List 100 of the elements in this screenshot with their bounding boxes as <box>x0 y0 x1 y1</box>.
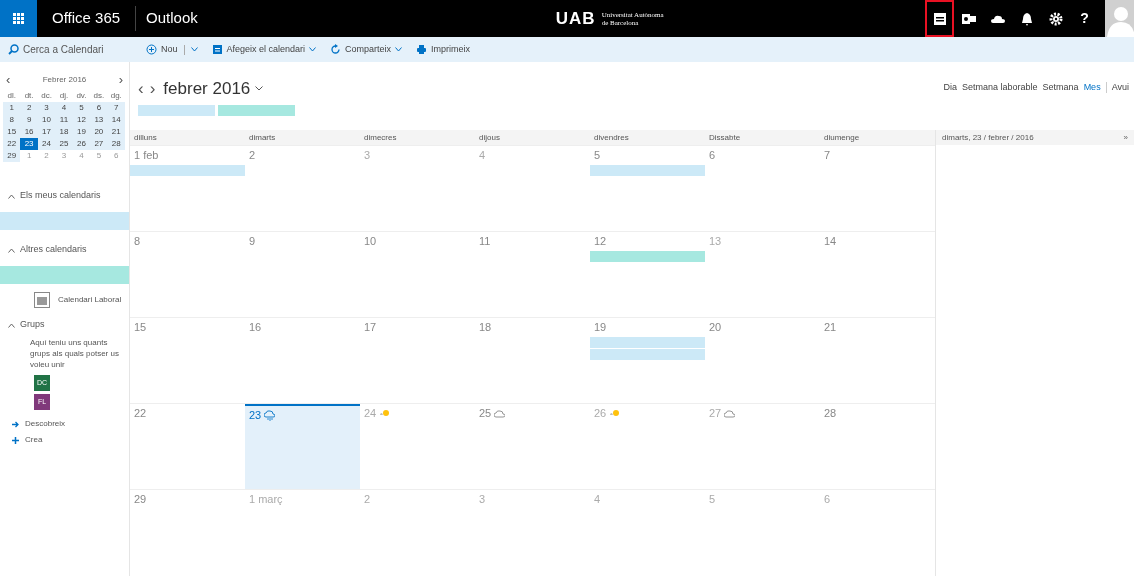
day-number[interactable]: 8 <box>134 232 141 250</box>
previous-button[interactable]: ‹ <box>138 76 144 102</box>
event-bar[interactable] <box>590 349 705 360</box>
calendar-icon <box>211 44 223 55</box>
weekday-header: dimecres <box>363 131 398 144</box>
toolbar-button[interactable]: Afegeix el calendari <box>211 42 317 57</box>
view-tab[interactable]: Mes <box>1083 81 1101 95</box>
sun-icon <box>379 407 391 419</box>
date-cell[interactable]: 16 <box>20 126 38 138</box>
weekday-header: diumenge <box>823 131 861 144</box>
event-bar[interactable] <box>130 165 245 176</box>
weekday-header: dijous <box>478 131 501 144</box>
app-launcher-button[interactable] <box>0 0 37 37</box>
calendar-color-bar[interactable] <box>0 266 129 284</box>
date-cell[interactable]: 18 <box>55 126 73 138</box>
month-title-button[interactable]: febrer 2016 <box>163 76 264 102</box>
day-pane-title: dimarts, 23 / febrer / 2016 <box>942 131 1034 144</box>
expand-button[interactable]: » <box>1123 131 1128 144</box>
date-cell[interactable]: 29 <box>3 150 21 162</box>
printer-icon <box>416 44 428 55</box>
weekday-label: ds. <box>92 89 106 102</box>
cloud-icon <box>494 407 506 419</box>
view-tab[interactable]: Setmana <box>1042 81 1079 95</box>
date-cell[interactable]: 6 <box>90 102 108 114</box>
calendar-icon <box>931 10 948 27</box>
date-cell[interactable]: 9 <box>20 114 38 126</box>
date-cell[interactable]: 13 <box>90 114 108 126</box>
toolbar-button[interactable]: Imprimeix <box>416 42 471 57</box>
day-number[interactable]: 1 feb <box>134 146 159 164</box>
day-number[interactable]: 15 <box>134 318 147 336</box>
date-cell[interactable]: 20 <box>90 126 108 138</box>
date-cell[interactable]: 27 <box>90 138 108 150</box>
grid-icon <box>13 13 24 24</box>
day-number[interactable]: 2 <box>249 146 256 164</box>
view-tab[interactable]: Setmana laborable <box>962 81 1038 95</box>
plus-icon <box>12 436 19 444</box>
event-bar[interactable] <box>590 337 705 348</box>
view-tab[interactable]: Dia <box>943 81 958 95</box>
next-month-button[interactable]: › <box>118 70 123 90</box>
day-number[interactable]: 5 <box>594 146 601 164</box>
event-bar[interactable] <box>590 165 705 176</box>
date-cell[interactable]: 1 <box>3 102 21 114</box>
date-cell[interactable]: 25 <box>55 138 73 150</box>
section-header[interactable]: Els meus calendaris <box>0 186 129 206</box>
day-number[interactable]: 29 <box>134 490 147 508</box>
toolbar-button[interactable]: Nou <box>146 42 198 57</box>
toolbar-button[interactable] <box>925 0 954 37</box>
search-field[interactable]: Cerca a Calendari <box>23 42 123 57</box>
day-number[interactable]: 10 <box>364 232 377 250</box>
day-number[interactable]: 22 <box>134 404 147 422</box>
date-cell[interactable]: 15 <box>3 126 21 138</box>
day-number[interactable]: 6 <box>709 146 716 164</box>
date-cell[interactable]: 23 <box>20 138 38 150</box>
day-number[interactable]: 23 <box>249 406 262 424</box>
avatar-icon[interactable] <box>1105 0 1134 37</box>
day-number[interactable]: 16 <box>249 318 262 336</box>
day-number[interactable]: 19 <box>594 318 607 336</box>
section-header[interactable]: Altres calendaris <box>0 240 129 260</box>
date-cell[interactable]: 2 <box>20 102 38 114</box>
event-bar[interactable] <box>590 251 705 262</box>
day-number[interactable]: 20 <box>709 318 722 336</box>
weekday-header: Dissabte <box>708 131 742 144</box>
sidebar-link[interactable]: Descobreix <box>0 418 129 430</box>
chevron-up-icon <box>8 193 15 199</box>
next-button[interactable]: › <box>149 76 156 102</box>
weekday-label: dg. <box>109 89 123 102</box>
calendar-name[interactable]: Calendari Laboral <box>58 294 122 306</box>
section-header[interactable]: Grups <box>0 315 129 335</box>
calendar-color-bar[interactable] <box>0 212 129 230</box>
day-number[interactable]: 18 <box>479 318 492 336</box>
day-number[interactable]: 14 <box>824 232 837 250</box>
date-cell[interactable]: 11 <box>55 114 73 126</box>
share-icon <box>330 44 342 55</box>
toolbar-button[interactable]: Comparteix <box>330 42 403 57</box>
day-number[interactable]: 11 <box>479 232 491 250</box>
date-cell[interactable]: 8 <box>3 114 21 126</box>
date-cell[interactable]: 4 <box>55 102 73 114</box>
chevron-down-icon <box>255 86 264 92</box>
chevron-down-icon <box>395 47 403 52</box>
date-cell[interactable]: 22 <box>3 138 21 150</box>
today-button[interactable]: Avui <box>1111 81 1129 95</box>
previous-month-button[interactable]: ‹ <box>6 70 11 90</box>
day-number[interactable]: 25 <box>479 404 492 422</box>
day-number[interactable]: 21 <box>824 318 837 336</box>
toolbar-button[interactable]: ? <box>1070 0 1099 37</box>
app-title[interactable]: Outlook <box>136 7 208 30</box>
chevron-down-icon <box>309 47 317 52</box>
arrow-right-icon <box>12 420 19 428</box>
weekday-header: divendres <box>593 131 630 144</box>
calendar-icon <box>34 292 50 308</box>
day-number[interactable]: 28 <box>824 404 837 422</box>
month-title: Febrer 2016 <box>42 74 87 86</box>
cloud-icon <box>724 407 736 419</box>
day-number[interactable]: 12 <box>594 232 607 250</box>
day-number[interactable]: 17 <box>364 318 377 336</box>
sidebar-link[interactable]: Crea <box>0 434 129 446</box>
suite-title[interactable]: Office 365 <box>37 7 136 30</box>
day-number[interactable]: 7 <box>824 146 831 164</box>
day-number[interactable]: 9 <box>249 232 256 250</box>
rain-cloud-icon <box>264 409 276 421</box>
